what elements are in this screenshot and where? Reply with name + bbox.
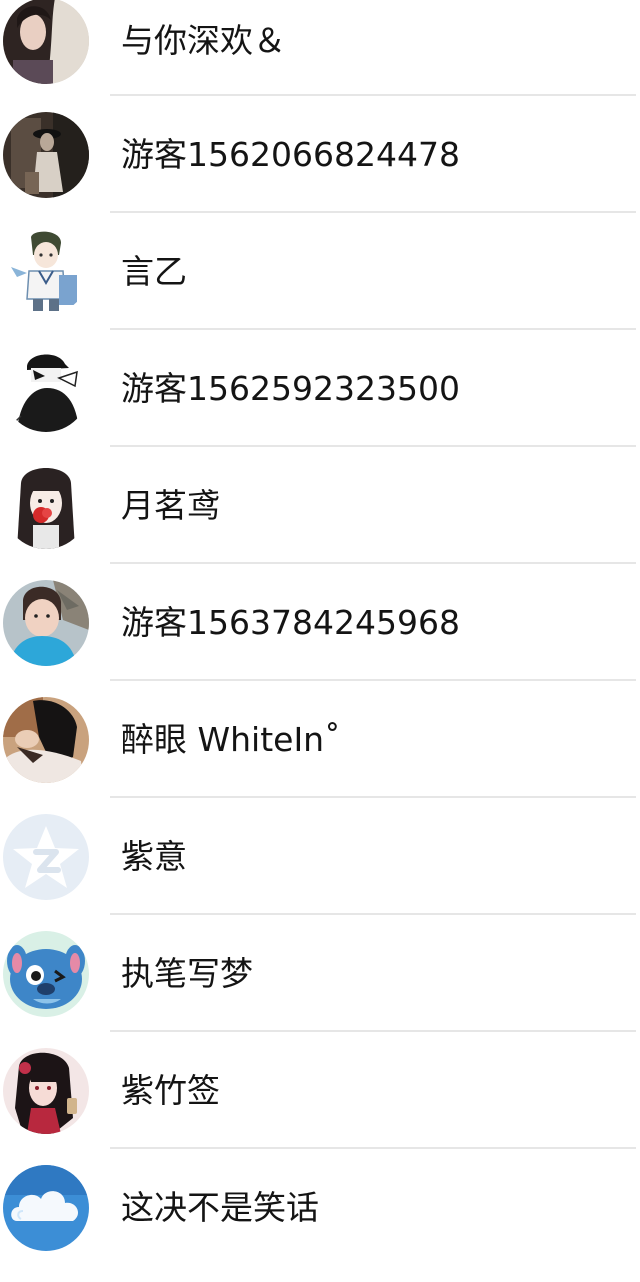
contact-row[interactable]: 与你深欢＆ — [0, 0, 640, 115]
contact-list: 与你深欢＆ 游客1562066824478 言乙 游客1562592323500… — [0, 0, 640, 1251]
row-divider — [110, 1030, 636, 1032]
contact-name: 紫竹签 — [121, 1071, 220, 1110]
blue-cartoon-stitch-avatar[interactable] — [3, 931, 89, 1017]
anime-boy-sailor-avatar[interactable] — [3, 229, 89, 315]
row-divider — [110, 562, 636, 564]
contact-name: 游客1562592323500 — [121, 369, 460, 408]
row-divider — [110, 1147, 636, 1149]
contact-name: 游客1562066824478 — [121, 135, 460, 174]
child-photo-avatar[interactable] — [3, 580, 89, 666]
default-star-avatar[interactable] — [3, 814, 89, 900]
black-cap-sketch-avatar[interactable] — [3, 346, 89, 432]
contact-name: 游客1563784245968 — [121, 603, 460, 642]
row-divider — [110, 94, 636, 96]
row-divider — [110, 445, 636, 447]
contact-name: 与你深欢＆ — [121, 21, 286, 60]
contact-name: 紫意 — [121, 837, 187, 876]
row-divider — [110, 211, 636, 213]
cloud-sky-avatar[interactable] — [3, 1165, 89, 1251]
row-divider — [110, 796, 636, 798]
row-divider — [110, 679, 636, 681]
row-divider — [110, 913, 636, 915]
contact-name: 醉眼 WhiteIn˚ — [121, 720, 341, 759]
contact-row[interactable]: 这决不是笑话 — [0, 1165, 640, 1282]
contact-name: 言乙 — [121, 252, 187, 291]
contact-name: 这决不是笑话 — [121, 1188, 319, 1227]
contact-name: 月茗鸢 — [121, 486, 220, 525]
row-divider — [110, 328, 636, 330]
girl-dark-hair-photo-avatar[interactable] — [3, 0, 89, 84]
woman-hat-sepia-photo-avatar[interactable] — [3, 112, 89, 198]
anime-girl-red-flower-avatar[interactable] — [3, 463, 89, 549]
contact-name: 执笔写梦 — [121, 954, 253, 993]
anime-girl-black-hair-avatar[interactable] — [3, 1048, 89, 1134]
person-lying-photo-avatar[interactable] — [3, 697, 89, 783]
